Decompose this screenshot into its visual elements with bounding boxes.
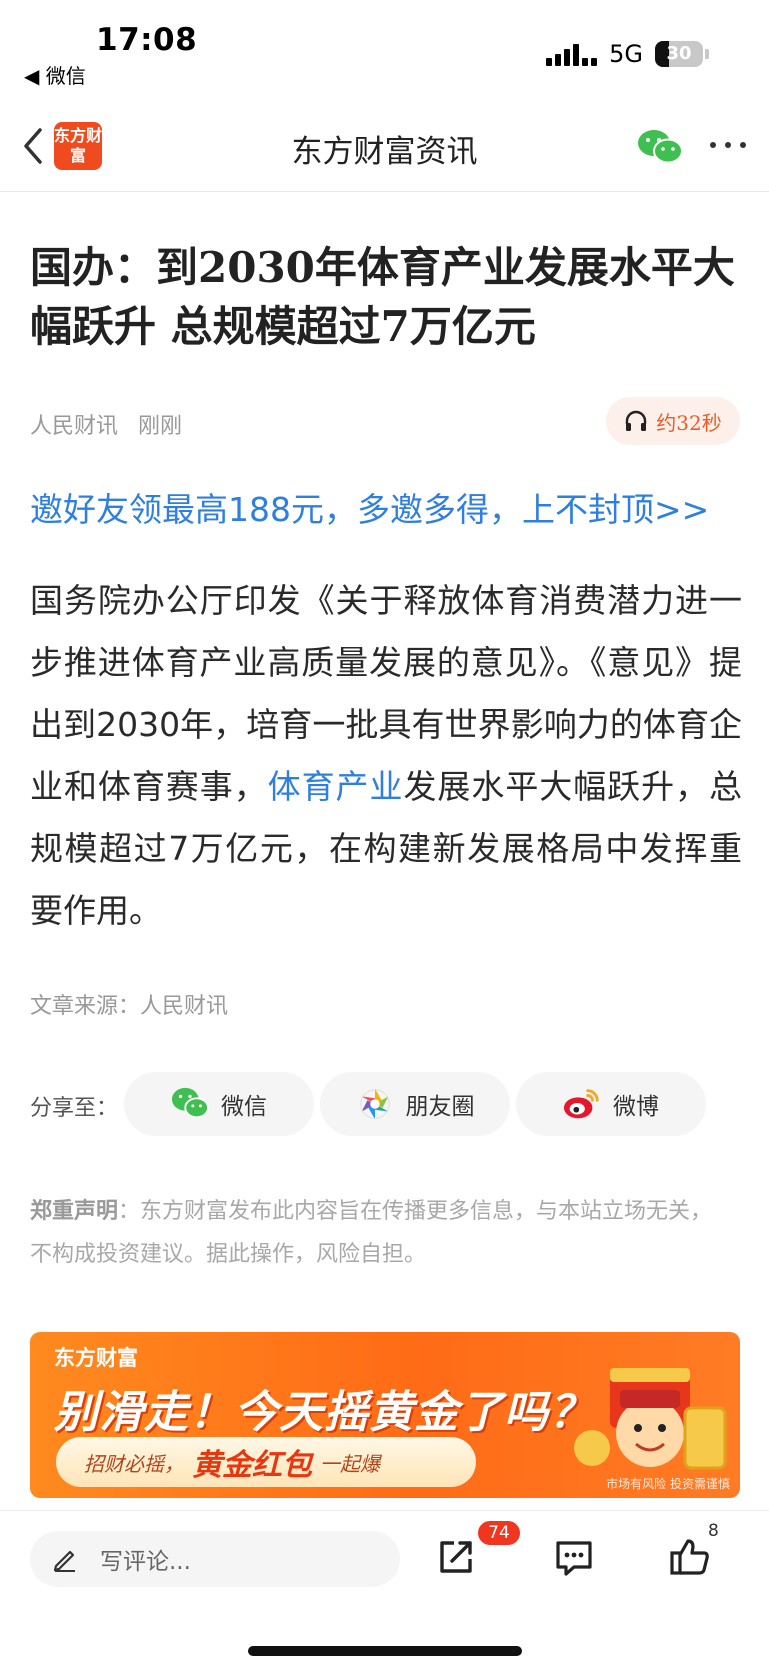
disclaimer-text: ：东方财富发布此内容旨在传播更多信息，与本站立场无关，不构成投资建议。据此操作，… — [30, 1199, 713, 1267]
more-icon[interactable] — [710, 138, 746, 152]
share-wechat-button[interactable]: 微信 — [124, 1072, 314, 1136]
article-time: 刚刚 — [138, 414, 183, 439]
article-source: 人民财讯 — [30, 414, 119, 439]
status-time: 17:08 — [96, 22, 198, 58]
battery-tip — [705, 49, 709, 59]
nav-bar: 东方财富 东方财富资讯 — [0, 100, 769, 192]
thumb-up-icon — [670, 1539, 709, 1575]
share-count-badge: 74 — [478, 1521, 520, 1545]
article-body: 国务院办公厅印发《关于释放体育消费潜力进一步推进体育产业高质量发展的意见》。《意… — [30, 570, 742, 942]
banner-pill-highlight: 黄金红包 — [192, 1448, 312, 1483]
moments-icon — [359, 1088, 390, 1120]
share-weibo-label: 微博 — [613, 1094, 659, 1120]
share-moments-label: 朋友圈 — [405, 1094, 475, 1120]
listen-button[interactable]: 约32秒 — [606, 397, 740, 445]
comment-placeholder: 写评论... — [100, 1549, 191, 1575]
banner-headline: 别滑走！今天摇黄金了吗？ — [54, 1387, 594, 1438]
fortune-god-illustration — [574, 1368, 727, 1470]
comment-icon — [556, 1541, 592, 1576]
share-moments-button[interactable]: 朋友圈 — [320, 1072, 510, 1136]
share-row: 分享至： 微信 朋友圈 微博 — [30, 1072, 742, 1136]
share-label: 分享至： — [30, 1096, 119, 1121]
disclaimer-title: 郑重声明 — [30, 1199, 119, 1224]
topic-link[interactable]: 体育产业 — [268, 767, 404, 806]
like-count: 8 — [708, 1521, 719, 1541]
pencil-icon — [53, 1550, 75, 1572]
home-indicator — [248, 1646, 522, 1656]
weibo-icon — [563, 1089, 599, 1119]
comments-button[interactable] — [550, 1533, 598, 1581]
like-button[interactable] — [666, 1533, 714, 1581]
banner-pill-prefix: 招财必摇， — [84, 1451, 184, 1476]
banner-pill: 招财必摇， 黄金红包 一起爆 — [56, 1437, 476, 1487]
battery-level: 30 — [666, 43, 692, 64]
status-bar: 17:08 ◀ 微信 5G 30 — [0, 0, 769, 100]
wechat-share-button[interactable] — [636, 128, 684, 166]
promo-banner[interactable]: 东方财富 别滑走！今天摇黄金了吗？ 招财必摇， 黄金红包 一起爆 市场有风险 投… — [30, 1332, 740, 1498]
article-meta: 人民财讯 刚刚 — [30, 408, 182, 440]
network-type: 5G — [609, 40, 643, 68]
banner-risk-note: 市场有风险 投资需谨慎 — [606, 1477, 730, 1491]
disclaimer: 郑重声明：东方财富发布此内容旨在传播更多信息，与本站立场无关，不构成投资建议。据… — [30, 1190, 730, 1276]
back-to-app-link[interactable]: ◀ 微信 — [24, 60, 86, 89]
wechat-icon — [638, 130, 683, 164]
wechat-icon — [171, 1087, 209, 1119]
listen-duration: 约32秒 — [656, 410, 722, 435]
headphone-icon — [626, 410, 647, 431]
comment-input[interactable]: 写评论... — [30, 1531, 400, 1587]
bottom-bar: 写评论... 74 8 — [0, 1510, 769, 1665]
banner-pill-suffix: 一起爆 — [320, 1451, 380, 1476]
battery-icon: 30 — [655, 41, 703, 67]
share-wechat-label: 微信 — [221, 1094, 267, 1120]
invite-promo-link[interactable]: 邀好友领最高188元，多邀多得，上不封顶>> — [30, 483, 709, 531]
share-button[interactable] — [432, 1533, 480, 1581]
banner-brand: 东方财富 — [54, 1346, 138, 1370]
share-out-icon — [440, 1541, 472, 1573]
status-indicators: 5G 30 — [546, 40, 709, 68]
article-source-line: 文章来源：人民财讯 — [30, 994, 229, 1019]
article-headline: 国办：到2030年体育产业发展水平大幅跃升 总规模超过7万亿元 — [30, 243, 735, 351]
share-weibo-button[interactable]: 微博 — [516, 1072, 706, 1136]
signal-icon — [546, 42, 598, 66]
